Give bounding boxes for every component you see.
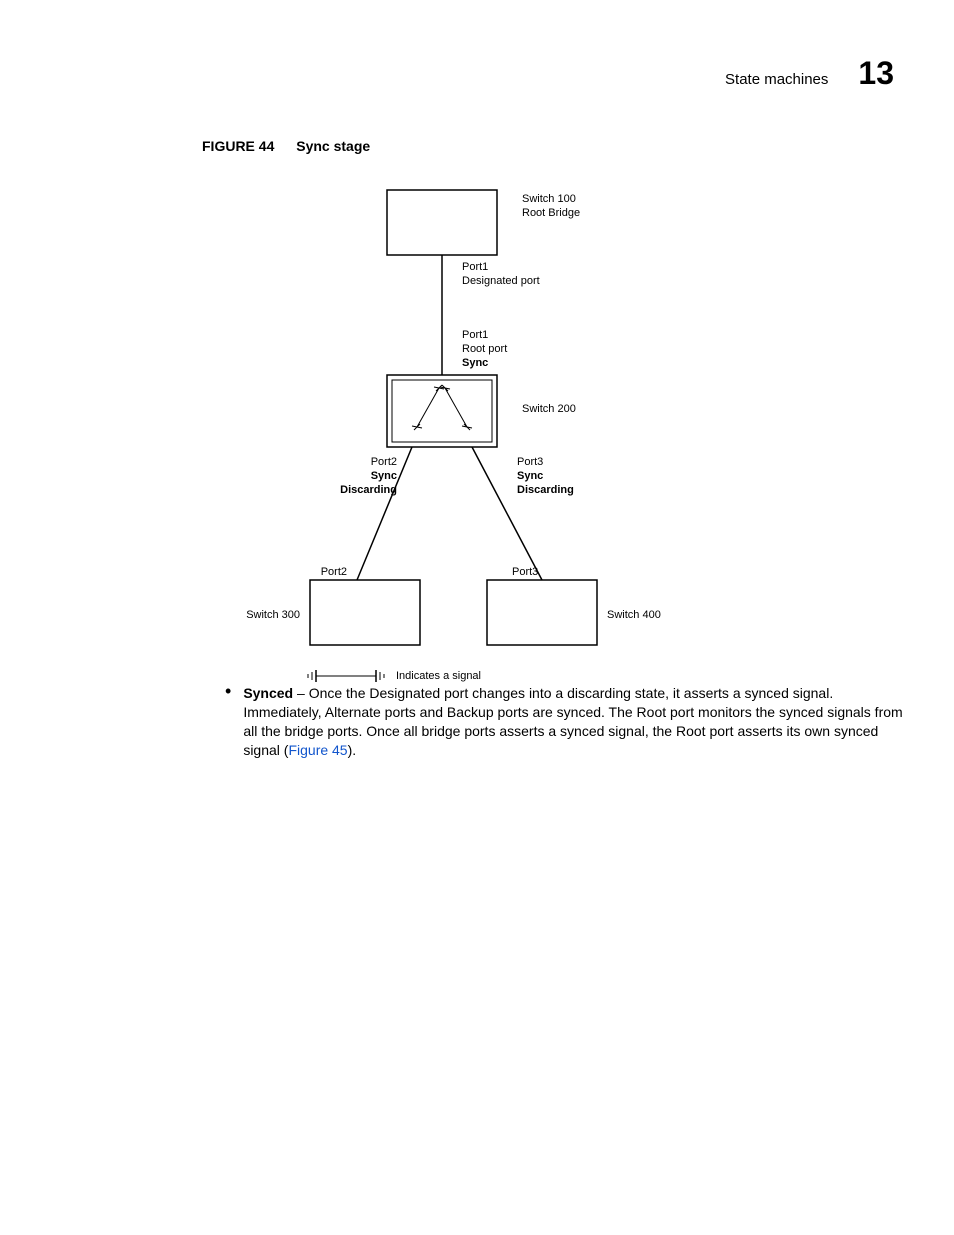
port1-designated-line1: Port1	[462, 261, 488, 273]
bullet-body-2: ).	[348, 742, 357, 758]
switch-100-line2: Root Bridge	[522, 207, 580, 219]
port3-bottom-label: Port3	[512, 566, 538, 578]
bullet-marker: •	[225, 684, 231, 760]
switch-300-label: Switch 300	[246, 609, 300, 621]
port3-mid-line3: Discarding	[517, 484, 574, 496]
bullet-item: • Synced – Once the Designated port chan…	[225, 684, 905, 760]
port1-root-line1: Port1	[462, 329, 488, 341]
figure-number: FIGURE 44	[202, 138, 274, 154]
port1-root-line3: Sync	[462, 357, 488, 369]
signal-legend-icon	[306, 670, 386, 682]
switch-200-label: Switch 200	[522, 403, 576, 415]
port3-mid-line1: Port3	[517, 456, 543, 468]
header-section: State machines	[725, 71, 828, 88]
port1-root-line2: Root port	[462, 343, 507, 355]
port3-mid-line2: Sync	[517, 470, 543, 482]
page-header: State machines 13	[725, 55, 894, 92]
port2-mid-line1: Port2	[371, 456, 397, 468]
switch-400-label: Switch 400	[607, 609, 661, 621]
switch-100-line1: Switch 100	[522, 193, 576, 205]
figure-45-link[interactable]: Figure 45	[288, 742, 347, 758]
port2-bottom-label: Port2	[321, 566, 347, 578]
sync-stage-diagram: Switch 100 Root Bridge Port1 Designated …	[202, 180, 722, 700]
port2-mid-line3: Discarding	[340, 484, 397, 496]
port2-mid-line2: Sync	[371, 470, 397, 482]
legend-text: Indicates a signal	[396, 670, 481, 682]
figure-label: FIGURE 44 Sync stage	[202, 138, 370, 154]
header-chapter-number: 13	[858, 55, 894, 92]
port1-designated-line2: Designated port	[462, 275, 540, 287]
bullet-text: Synced – Once the Designated port change…	[243, 684, 905, 760]
figure-caption: Sync stage	[296, 138, 370, 154]
bullet-lead: Synced	[243, 685, 293, 701]
legend: Indicates a signal	[306, 670, 481, 682]
